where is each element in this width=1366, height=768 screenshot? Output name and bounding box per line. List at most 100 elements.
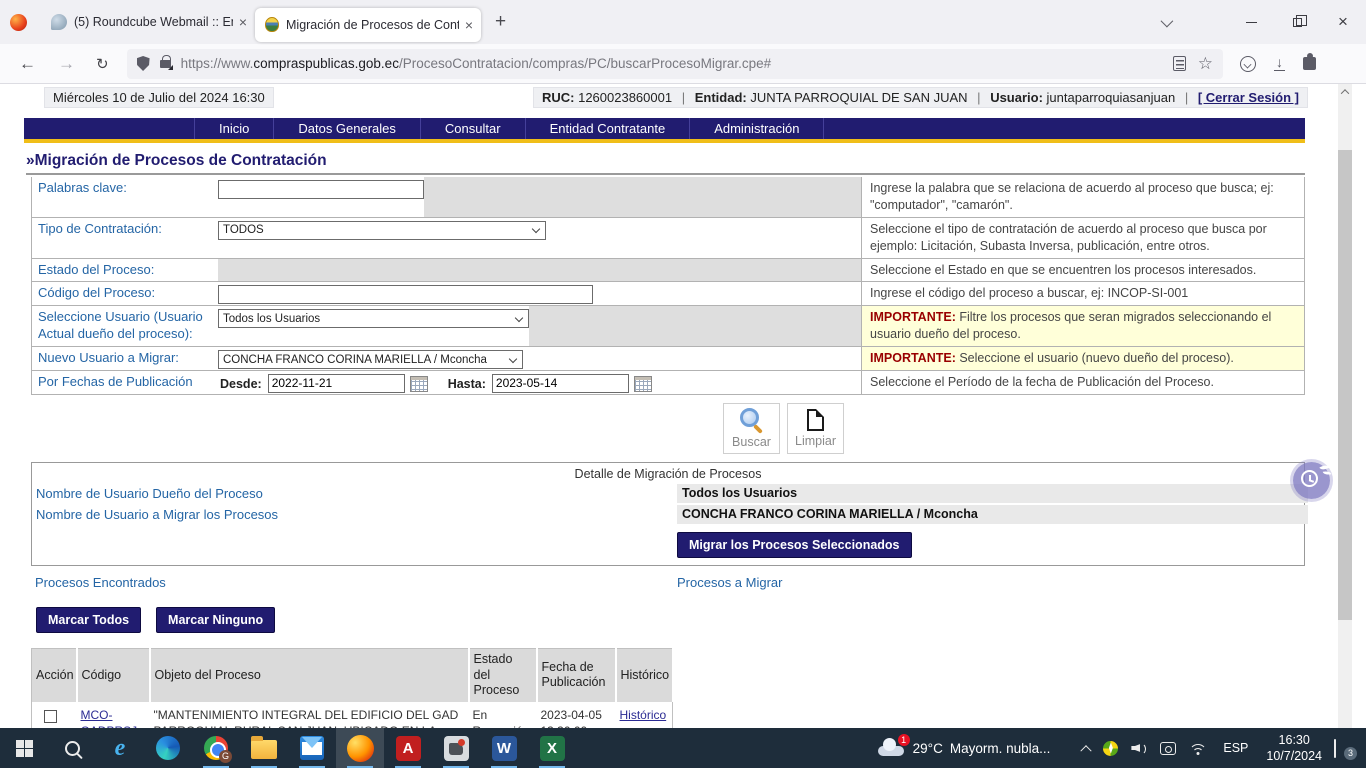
target-label: Nombre de Usuario a Migrar los Procesos <box>36 507 278 522</box>
page-title: »Migración de Procesos de Contratación <box>26 152 1305 175</box>
reader-view-icon[interactable] <box>1173 56 1186 71</box>
excel-button[interactable]: X <box>528 728 576 768</box>
close-window-button[interactable]: × <box>1320 0 1366 44</box>
estado-proceso-label: Estado del Proceso: <box>32 259 218 282</box>
file-explorer-button[interactable] <box>240 728 288 768</box>
weather-widget[interactable]: 1 29°C Mayorm. nubla... <box>878 740 1069 756</box>
menu-button[interactable] <box>1334 59 1349 68</box>
procesos-encontrados-label: Procesos Encontrados <box>35 575 166 590</box>
codigo-proceso-input[interactable] <box>218 285 593 304</box>
nav-item-administracion[interactable]: Administración <box>689 118 824 139</box>
tray-expand-chevron-icon[interactable] <box>1081 745 1092 756</box>
fecha-desde-input[interactable] <box>268 374 405 393</box>
list-all-tabs-button[interactable] <box>1142 0 1188 44</box>
lock-warning-icon[interactable] <box>160 60 171 68</box>
browser-toolbar: ← → ↻ https://www.compraspublicas.gob.ec… <box>0 44 1366 84</box>
col-fecha: Fecha de Publicación <box>537 648 616 701</box>
roundcube-favicon-icon <box>51 14 67 30</box>
marcar-ninguno-button[interactable]: Marcar Ninguno <box>156 607 275 633</box>
forward-button[interactable]: → <box>47 54 86 74</box>
proceso-fecha: 2023-04-05 13:30:00 <box>537 702 616 728</box>
chevron-down-icon <box>515 314 523 322</box>
marcar-todos-button[interactable]: Marcar Todos <box>36 607 141 633</box>
proceso-codigo-link[interactable]: MCO-GADPRSJ-2023-003 <box>81 708 142 728</box>
word-button[interactable]: W <box>480 728 528 768</box>
restore-button[interactable] <box>1274 0 1320 44</box>
scrollbar-thumb[interactable] <box>1338 150 1352 620</box>
new-tab-button[interactable]: + <box>481 11 520 33</box>
chevron-up-icon <box>1341 89 1349 97</box>
tipo-contratacion-select[interactable]: TODOS <box>218 221 546 240</box>
fecha-hasta-input[interactable] <box>492 374 629 393</box>
wifi-icon[interactable] <box>1189 742 1207 755</box>
cast-icon[interactable] <box>1160 742 1176 755</box>
back-button[interactable]: ← <box>8 54 47 74</box>
windows-logo-icon <box>16 740 33 757</box>
ecuador-shield-favicon-icon <box>265 17 279 32</box>
folder-icon <box>251 740 277 759</box>
url-bar[interactable]: https://www.compraspublicas.gob.ec/Proce… <box>127 49 1223 79</box>
page-datetime: Miércoles 10 de Julio del 2024 16:30 <box>44 87 274 108</box>
search-form: Palabras clave: Ingrese la palabra que s… <box>31 177 1305 395</box>
estado-proceso-empty-cell <box>218 259 861 282</box>
start-button[interactable] <box>0 728 48 768</box>
nuevo-usuario-select[interactable]: CONCHA FRANCO CORINA MARIELLA / Mconcha <box>218 350 523 369</box>
buscar-button[interactable]: Buscar <box>723 403 780 454</box>
importante-label: IMPORTANTE: <box>870 351 956 365</box>
tab-roundcube-webmail[interactable]: (5) Roundcube Webmail :: Entra × <box>41 0 255 44</box>
usuario-actual-select[interactable]: Todos los Usuarios <box>218 309 529 328</box>
acrobat-button[interactable]: A <box>384 728 432 768</box>
nav-item-consultar[interactable]: Consultar <box>420 118 525 139</box>
url-prefix: https://www. <box>181 56 254 71</box>
form-actions: Buscar Limpiar <box>723 403 1352 454</box>
clock-time: 16:30 <box>1266 732 1322 748</box>
col-accion: Acción <box>32 648 77 701</box>
mail-button[interactable] <box>288 728 336 768</box>
bookmark-star-icon[interactable]: ☆ <box>1198 54 1213 74</box>
owner-value: Todos los Usuarios <box>677 484 1308 503</box>
chevron-down-icon <box>509 354 517 362</box>
extensions-button[interactable] <box>1303 57 1316 70</box>
volume-icon[interactable] <box>1131 741 1147 755</box>
image-editor-button[interactable] <box>432 728 480 768</box>
restore-icon <box>1293 18 1302 27</box>
tracking-shield-icon[interactable] <box>137 56 150 71</box>
page-scrollbar[interactable] <box>1338 84 1352 728</box>
chrome-button[interactable]: G <box>192 728 240 768</box>
target-value: CONCHA FRANCO CORINA MARIELLA / Mconcha <box>677 505 1308 524</box>
reload-button[interactable]: ↻ <box>86 55 119 73</box>
calendar-icon[interactable] <box>634 376 652 392</box>
historico-link[interactable]: Histórico <box>620 708 667 722</box>
nav-item-entidad-contratante[interactable]: Entidad Contratante <box>525 118 690 139</box>
logout-link[interactable]: [ Cerrar Sesión ] <box>1198 90 1299 105</box>
browser-titlebar: (5) Roundcube Webmail :: Entra × Migraci… <box>0 0 1366 44</box>
firefox-button[interactable] <box>336 728 384 768</box>
notification-center-button[interactable]: 3 <box>1334 740 1352 756</box>
site-infobar: Miércoles 10 de Julio del 2024 16:30 RUC… <box>0 84 1352 108</box>
tab-close-icon[interactable]: × <box>239 14 247 30</box>
limpiar-button[interactable]: Limpiar <box>787 403 844 454</box>
weather-alert-badge: 1 <box>898 734 910 746</box>
tab-close-icon[interactable]: × <box>465 17 473 33</box>
edge-button[interactable] <box>144 728 192 768</box>
search-icon <box>65 741 80 756</box>
clock-date: 10/7/2024 <box>1266 748 1322 764</box>
minimize-button[interactable] <box>1228 0 1274 44</box>
usuario-actual-help: IMPORTANTE: Filtre los procesos que sera… <box>861 306 1304 346</box>
nav-item-inicio[interactable]: Inicio <box>194 118 273 139</box>
floating-timer-widget[interactable] <box>1293 462 1330 499</box>
palabras-clave-input[interactable] <box>218 180 424 199</box>
pocket-button[interactable] <box>1240 56 1256 72</box>
antivirus-tray-icon[interactable] <box>1103 741 1118 756</box>
scroll-up-button[interactable] <box>1338 84 1352 99</box>
nav-item-datos-generales[interactable]: Datos Generales <box>273 118 420 139</box>
calendar-icon[interactable] <box>410 376 428 392</box>
downloads-button[interactable]: ↓ <box>1274 57 1285 71</box>
taskbar-clock[interactable]: 16:30 10/7/2024 <box>1266 732 1322 765</box>
internet-explorer-button[interactable]: e <box>96 728 144 768</box>
tab-migracion-procesos[interactable]: Migración de Procesos de Cont × <box>255 8 481 42</box>
migrar-seleccionados-button[interactable]: Migrar los Procesos Seleccionados <box>677 532 912 558</box>
row-checkbox[interactable] <box>44 710 57 723</box>
language-indicator[interactable]: ESP <box>1223 741 1248 755</box>
taskbar-search-button[interactable] <box>48 728 96 768</box>
